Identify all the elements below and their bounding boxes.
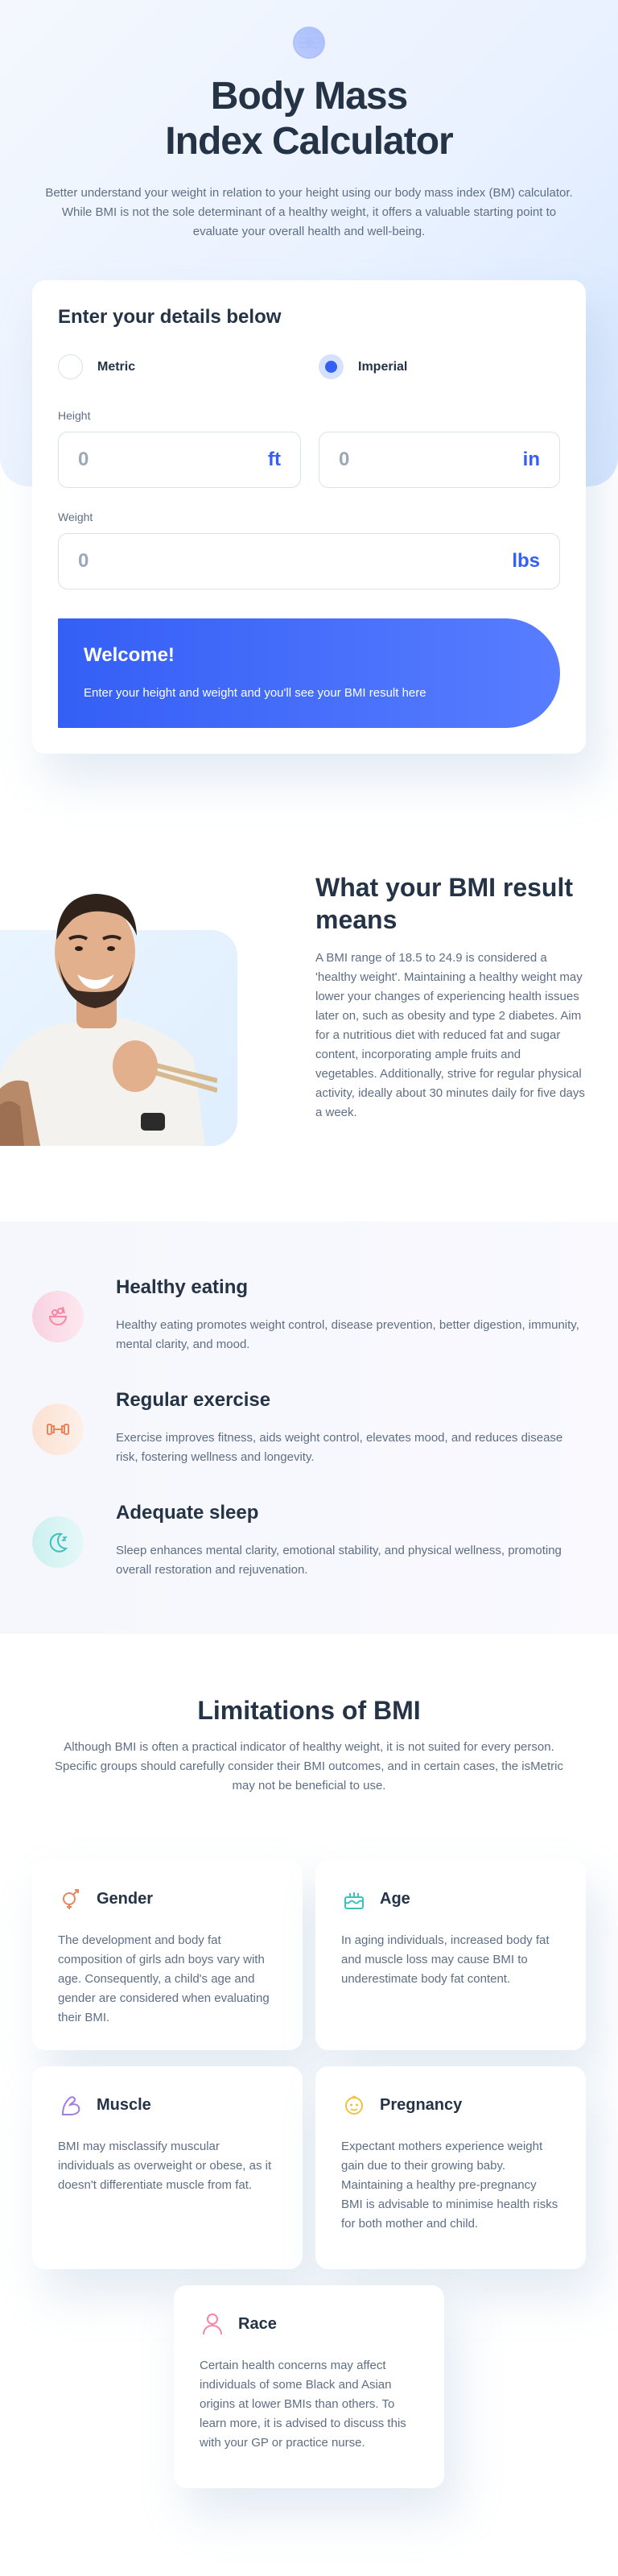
limitation-text-race: Certain health concerns may affect indiv… xyxy=(200,2359,406,2450)
limitation-card-age: Age In aging individuals, increased body… xyxy=(315,1860,586,2050)
eating-icon-graphic xyxy=(48,1306,68,1325)
weight-label: Weight xyxy=(58,511,93,523)
imperial-radio-dot[interactable] xyxy=(319,354,344,379)
metric-radio[interactable]: Metric xyxy=(58,354,135,379)
page-title-line2: Index Calculator xyxy=(165,120,453,163)
metric-radio-dot[interactable] xyxy=(58,354,83,379)
limitation-title-race: Race xyxy=(238,2314,277,2333)
limitations-title: Limitations of BMI xyxy=(197,1696,421,1725)
pregnancy-icon-graphic xyxy=(345,2095,363,2115)
page-title-line1: Body Mass xyxy=(210,75,408,118)
exercise-icon-graphic xyxy=(47,1424,69,1435)
tip-title-adequate-sleep: Adequate sleep xyxy=(116,1502,259,1524)
gender-icon-graphic xyxy=(63,1889,79,1909)
height-feet-input[interactable]: 0 ft xyxy=(58,432,301,488)
page-title: Body Mass Index Calculator xyxy=(0,74,618,164)
height-inches-unit: in xyxy=(522,449,540,470)
bmi-result-panel: Welcome! Enter your height and weight an… xyxy=(58,618,560,728)
weight-pounds-unit: lbs xyxy=(512,550,540,572)
imperial-radio[interactable]: Imperial xyxy=(319,354,407,379)
tip-title-regular-exercise: Regular exercise xyxy=(116,1389,271,1411)
limitation-card-gender: Gender The development and body fat comp… xyxy=(32,1860,303,2050)
height-inches-value: 0 xyxy=(339,449,350,470)
gender-icon xyxy=(58,1886,84,1912)
imperial-radio-label: Imperial xyxy=(358,359,408,374)
calculator-title: Enter your details below xyxy=(58,306,282,328)
tip-text-adequate-sleep: Sleep enhances mental clarity, emotional… xyxy=(116,1544,562,1577)
result-text: Enter your height and weight and you'll … xyxy=(84,686,426,700)
sleep-icon xyxy=(32,1516,84,1568)
limitation-text-pregnancy: Expectant mothers experience weight gain… xyxy=(341,2140,558,2231)
meaning-title: What your BMI result means xyxy=(315,873,574,934)
pregnancy-icon xyxy=(341,2092,367,2118)
height-feet-unit: ft xyxy=(268,449,281,470)
limitation-title-muscle: Muscle xyxy=(97,2095,151,2114)
muscle-icon xyxy=(58,2092,84,2118)
metric-radio-label: Metric xyxy=(97,359,136,374)
limitation-title-gender: Gender xyxy=(97,1889,154,1908)
logo-icon[interactable] xyxy=(293,27,325,59)
tip-title-healthy-eating: Healthy eating xyxy=(116,1276,249,1298)
limitation-title-age: Age xyxy=(380,1889,410,1908)
race-icon-graphic xyxy=(203,2313,222,2335)
hero-description: Better understand your weight in relatio… xyxy=(45,186,573,238)
limitation-title-pregnancy: Pregnancy xyxy=(380,2095,463,2114)
limitation-card-muscle: Muscle BMI may misclassify muscular indi… xyxy=(32,2066,303,2269)
limitation-card-pregnancy: Pregnancy Expectant mothers experience w… xyxy=(315,2066,586,2269)
muscle-icon-graphic xyxy=(61,2096,80,2115)
limitation-card-race: Race Certain health concerns may affect … xyxy=(174,2285,444,2488)
tip-text-healthy-eating: Healthy eating promotes weight control, … xyxy=(116,1318,579,1351)
sleep-icon-graphic xyxy=(49,1532,68,1553)
meaning-text: A BMI range of 18.5 to 24.9 is considere… xyxy=(315,951,585,1119)
man-eating-photo xyxy=(0,871,217,1146)
limitation-text-gender: The development and body fat composition… xyxy=(58,1933,270,2024)
man-eating-illustration xyxy=(0,894,217,1146)
race-icon xyxy=(200,2311,225,2337)
calculator-card: Enter your details below Metric Imperial… xyxy=(32,280,586,754)
limitations-description: Although BMI is often a practical indica… xyxy=(55,1740,563,1792)
weight-pounds-value: 0 xyxy=(78,550,89,572)
height-label: Height xyxy=(58,409,91,422)
limitation-text-muscle: BMI may misclassify muscular individuals… xyxy=(58,2140,272,2192)
tip-text-regular-exercise: Exercise improves fitness, aids weight c… xyxy=(116,1431,563,1464)
weight-pounds-input[interactable]: 0 lbs xyxy=(58,533,560,589)
height-inches-input[interactable]: 0 in xyxy=(319,432,560,488)
age-icon xyxy=(341,1886,367,1912)
limitation-text-age: In aging individuals, increased body fat… xyxy=(341,1933,550,1986)
exercise-icon xyxy=(32,1404,84,1455)
logo-graphic xyxy=(293,27,325,59)
eating-icon xyxy=(32,1291,84,1342)
height-feet-value: 0 xyxy=(78,449,89,470)
result-title: Welcome! xyxy=(84,644,175,666)
age-icon-graphic xyxy=(344,1892,364,1909)
